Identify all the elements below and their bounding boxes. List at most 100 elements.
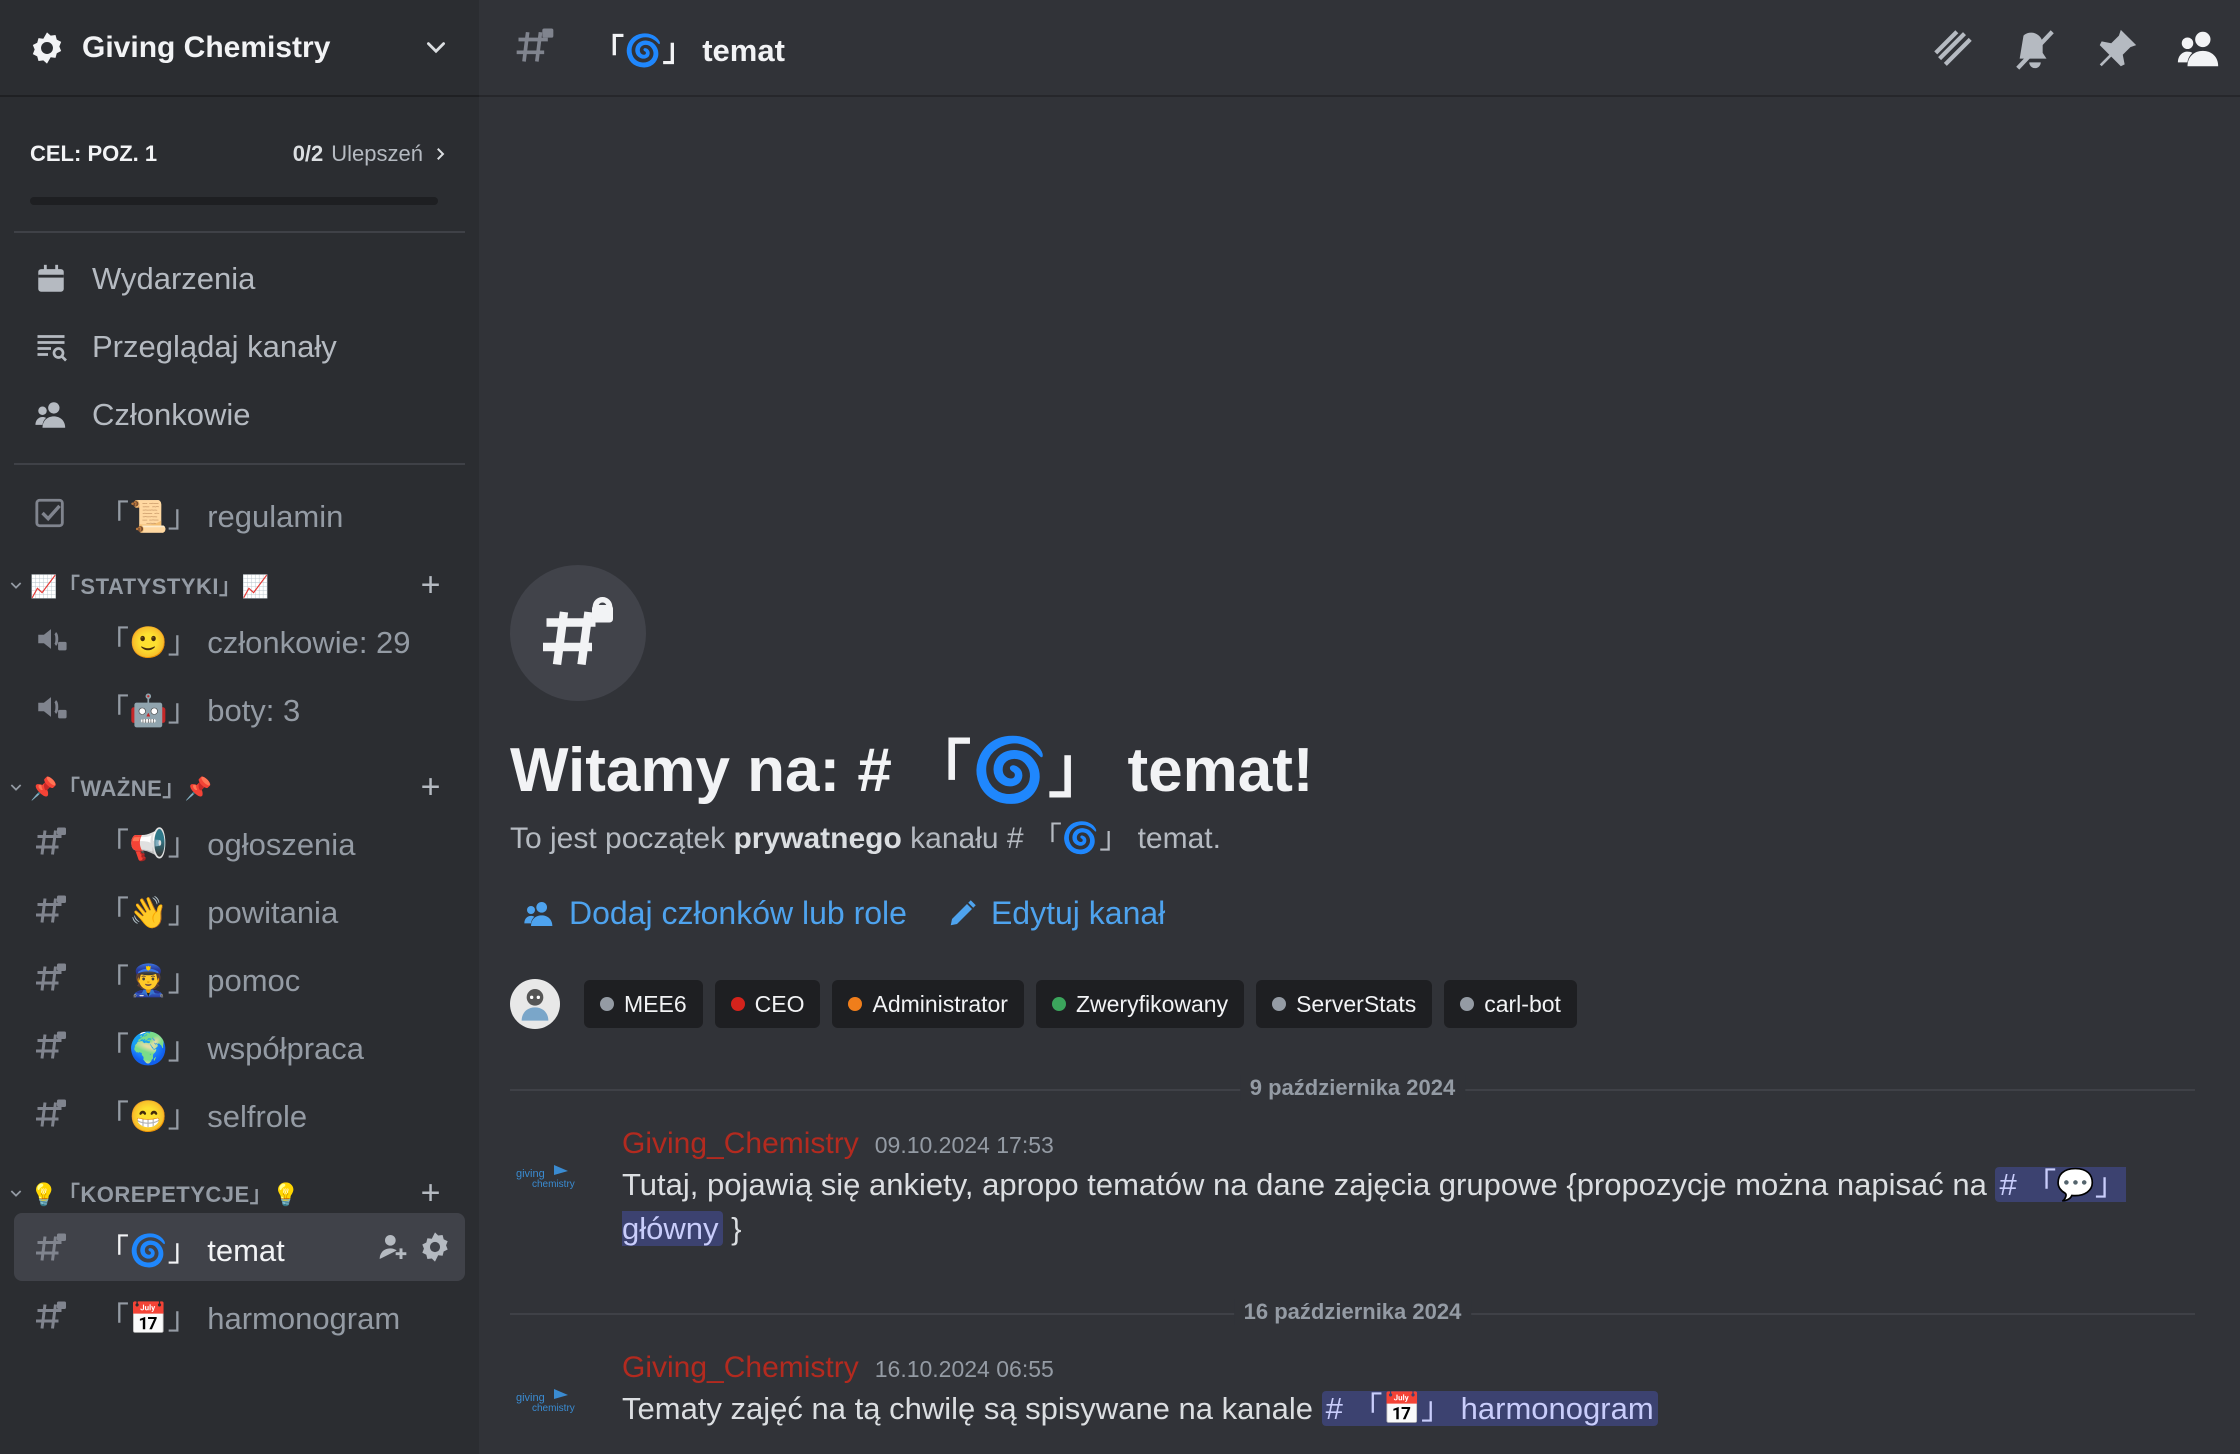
nav-browse-channels[interactable]: Przeglądaj kanały	[0, 313, 479, 381]
boost-count-label: Ulepszeń	[331, 141, 423, 166]
channel-harmonogram[interactable]: 「📅」 harmonogram	[14, 1281, 465, 1349]
add-channel-icon[interactable]: +	[421, 1174, 441, 1213]
channel-title: 「🌀」 temat	[593, 33, 785, 68]
category-name: 📈「STATYSTYKI」📈	[30, 574, 270, 599]
channel-regulamin[interactable]: 「📜」 regulamin	[14, 479, 465, 547]
message-text: Tutaj, pojawią się ankiety, apropo temat…	[622, 1163, 2195, 1251]
channel-name: 「📢」 ogłoszenia	[98, 826, 356, 862]
date-divider: 9 października 2024	[510, 1075, 2195, 1101]
locked-text-channel-icon	[513, 23, 557, 72]
boost-count-value: 0/2	[292, 141, 324, 166]
server-name: Giving Chemistry	[82, 30, 331, 64]
message-timestamp: 09.10.2024 17:53	[874, 1132, 1054, 1158]
welcome-subtitle-prefix: To jest początek	[510, 822, 734, 855]
chevron-down-icon	[8, 1185, 24, 1201]
channel-powitania[interactable]: 「👋」 powitania	[14, 875, 465, 943]
voice-locked-icon	[32, 622, 70, 656]
message[interactable]: giving chemistry Giving_Chemistry 16.10.2…	[510, 1351, 2195, 1431]
member-list-icon[interactable]	[2176, 26, 2222, 72]
server-header[interactable]: Giving Chemistry	[0, 0, 479, 97]
nav-members-label: Członkowie	[92, 397, 251, 432]
role-color-dot	[730, 997, 745, 1011]
category-statystyki[interactable]: 📈「STATYSTYKI」📈 +	[0, 565, 479, 605]
chevron-down-icon	[8, 779, 24, 795]
server-settings-icon	[30, 31, 64, 65]
nav-events-label: Wydarzenia	[92, 261, 256, 296]
role-badge[interactable]: Administrator	[832, 980, 1024, 1028]
role-color-dot	[1272, 997, 1287, 1011]
edit-channel-label: Edytuj kanał	[990, 895, 1166, 931]
rules-channel-icon	[32, 496, 70, 530]
nav-events[interactable]: Wydarzenia	[0, 245, 479, 313]
chevron-down-icon[interactable]	[423, 35, 449, 61]
add-channel-icon[interactable]: +	[421, 566, 441, 605]
role-name: carl-bot	[1484, 990, 1561, 1017]
role-badge[interactable]: ServerStats	[1256, 980, 1433, 1028]
avatar[interactable]: giving chemistry	[510, 1369, 590, 1429]
message-author[interactable]: Giving_Chemistry	[622, 1127, 859, 1161]
avatar[interactable]: giving chemistry	[510, 1145, 590, 1205]
locked-text-channel-icon	[32, 959, 70, 995]
channel-name: 「😁」 selfrole	[98, 1098, 308, 1134]
channel-mention[interactable]: # 「📅」 harmonogram	[1321, 1391, 1658, 1426]
calendar-icon	[32, 262, 70, 296]
welcome-subtitle: To jest początek prywatnego kanału # 「🌀」…	[510, 813, 1221, 857]
pin-icon[interactable]	[2094, 26, 2140, 72]
role-badge[interactable]: carl-bot	[1444, 980, 1577, 1028]
category-wazne[interactable]: 📌「WAŻNE」📌 +	[0, 767, 479, 807]
channel-selfrole[interactable]: 「😁」 selfrole	[14, 1079, 465, 1147]
channel-wspolpraca[interactable]: 「🌍」 współpraca	[14, 1011, 465, 1079]
message-text-body: Tutaj, pojawią się ankiety, apropo temat…	[622, 1167, 1996, 1202]
edit-channel-button[interactable]: Edytuj kanał	[947, 895, 1165, 932]
channel-roles: MEE6 CEO Administrator Zweryfikowany Ser…	[510, 979, 1577, 1029]
welcome-subtitle-bold: prywatnego	[733, 822, 902, 855]
channel-name: 「📜」 regulamin	[98, 498, 344, 534]
role-color-dot	[600, 997, 614, 1011]
message-text-body: Tematy zajęć na tą chwilę są spisywane n…	[622, 1391, 1322, 1426]
notifications-muted-icon[interactable]	[2012, 26, 2058, 72]
locked-text-channel-icon	[32, 1095, 70, 1131]
add-members-button[interactable]: Dodaj członków lub role	[523, 895, 907, 932]
message-text: Tematy zajęć na tą chwilę są spisywane n…	[622, 1387, 2195, 1431]
gear-icon[interactable]	[419, 1231, 451, 1263]
role-badge[interactable]: CEO	[714, 980, 821, 1028]
channel-ogloszenia[interactable]: 「📢」 ogłoszenia	[14, 807, 465, 875]
threads-icon[interactable]	[1930, 26, 1976, 72]
category-name: 💡「KOREPETYCJE」💡	[30, 1182, 301, 1207]
channel-czlonkowie[interactable]: 「🙂」 członkowie: 29	[14, 605, 465, 673]
role-color-dot	[1051, 997, 1066, 1011]
category-korepetycje[interactable]: 💡「KOREPETYCJE」💡 +	[0, 1173, 479, 1213]
role-color-dot	[848, 997, 863, 1011]
avatar[interactable]	[510, 979, 560, 1029]
role-badge[interactable]: MEE6	[584, 980, 703, 1028]
add-channel-icon[interactable]: +	[421, 768, 441, 807]
nav-members[interactable]: Członkowie	[0, 381, 479, 449]
channel-name: 「🤖」 boty: 3	[98, 692, 301, 728]
role-name: MEE6	[624, 990, 687, 1017]
channel-name: 「📅」 harmonogram	[98, 1300, 401, 1336]
role-color-dot	[1460, 997, 1475, 1011]
role-name: Zweryfikowany	[1075, 990, 1229, 1017]
category-name: 📌「WAŻNE」📌	[30, 776, 213, 801]
date-divider: 16 października 2024	[510, 1299, 2195, 1325]
add-members-label: Dodaj członków lub role	[569, 895, 907, 931]
role-badge[interactable]: Zweryfikowany	[1035, 980, 1245, 1028]
channel-boty[interactable]: 「🤖」 boty: 3	[14, 673, 465, 741]
channel-temat[interactable]: 「🌀」 temat	[14, 1213, 465, 1281]
browse-channels-icon	[32, 329, 70, 365]
invite-members-icon[interactable]	[377, 1231, 409, 1263]
add-members-icon	[524, 901, 553, 926]
message-author[interactable]: Giving_Chemistry	[622, 1351, 859, 1385]
welcome-title: Witamy na: # 「🌀」 temat!	[510, 736, 1314, 805]
boost-goal-panel[interactable]: CEL: POZ. 1 0/2 Ulepszeń	[0, 97, 479, 231]
pencil-icon	[950, 899, 976, 925]
locked-channel-large-icon	[510, 565, 646, 701]
channel-pomoc[interactable]: 「👮」 pomoc	[14, 943, 465, 1011]
channel-name: 「🙂」 członkowie: 29	[98, 624, 411, 660]
message[interactable]: giving chemistry Giving_Chemistry 09.10.2…	[510, 1127, 2195, 1251]
channel-header: 「🌀」 temat	[479, 0, 2240, 97]
message-timestamp: 16.10.2024 06:55	[874, 1356, 1054, 1382]
role-name: CEO	[754, 990, 805, 1017]
role-name: Administrator	[872, 990, 1008, 1017]
date-label: 9 października 2024	[1239, 1075, 1466, 1101]
